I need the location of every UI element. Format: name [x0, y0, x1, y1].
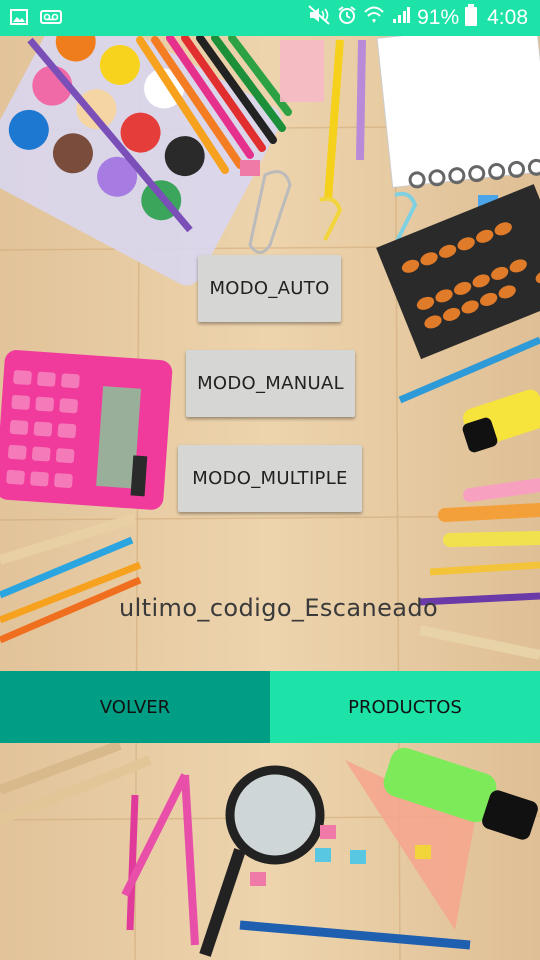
status-bar: 91% 4:08: [0, 0, 540, 36]
voicemail-icon: [40, 8, 62, 31]
mute-icon: [307, 4, 331, 32]
modo-auto-button[interactable]: MODO_AUTO: [198, 255, 341, 322]
alarm-icon: [337, 5, 357, 31]
status-bar-left: [10, 8, 62, 31]
modo-manual-button[interactable]: MODO_MANUAL: [186, 350, 355, 417]
image-icon: [10, 8, 28, 31]
productos-button[interactable]: PRODUCTOS: [270, 671, 540, 743]
status-bar-right: 91% 4:08: [307, 4, 528, 32]
bottom-bar: VOLVER PRODUCTOS: [0, 671, 540, 743]
signal-icon: [391, 5, 411, 31]
battery-icon: [465, 4, 478, 32]
volver-button[interactable]: VOLVER: [0, 671, 270, 743]
clock-time: 4:08: [487, 6, 528, 29]
modo-multiple-button[interactable]: MODO_MULTIPLE: [178, 445, 362, 512]
battery-percent: 91%: [417, 6, 460, 29]
wifi-icon: [363, 5, 385, 31]
last-scanned-code-text: ultimo_codigo_Escaneado: [119, 594, 439, 622]
